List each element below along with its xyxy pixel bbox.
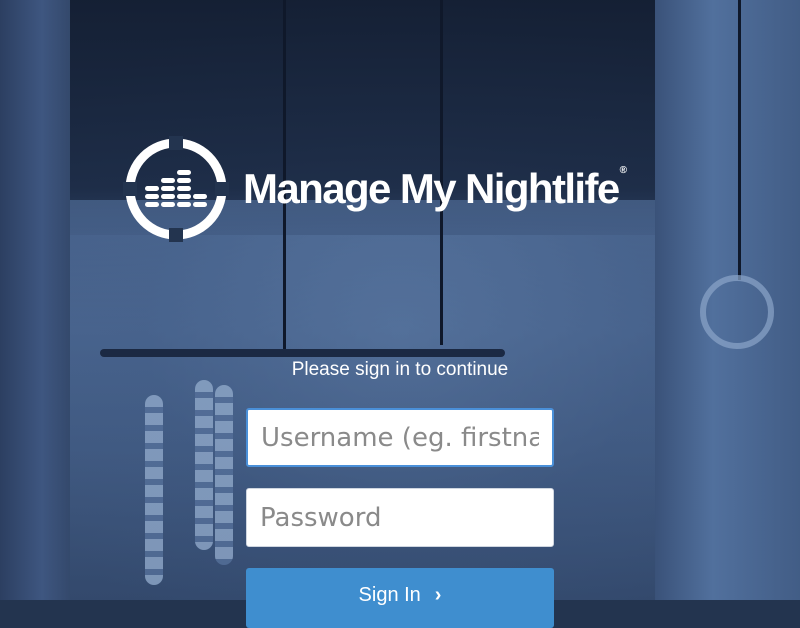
sign-in-button[interactable]: Sign In › <box>246 568 554 628</box>
sign-in-prompt: Please sign in to continue <box>291 359 509 380</box>
registered-mark: ® <box>619 165 628 176</box>
username-input[interactable] <box>246 408 554 467</box>
brand-logo: Manage My Nightlife® <box>123 135 627 243</box>
brand-name-text: Manage My Nightlife <box>243 165 620 212</box>
brand-name: Manage My Nightlife® <box>243 165 628 212</box>
sign-in-button-label: Sign In <box>358 584 421 606</box>
equalizer-logo-icon <box>123 136 229 242</box>
chevron-right-icon: › <box>434 584 442 606</box>
password-input[interactable] <box>246 488 554 547</box>
